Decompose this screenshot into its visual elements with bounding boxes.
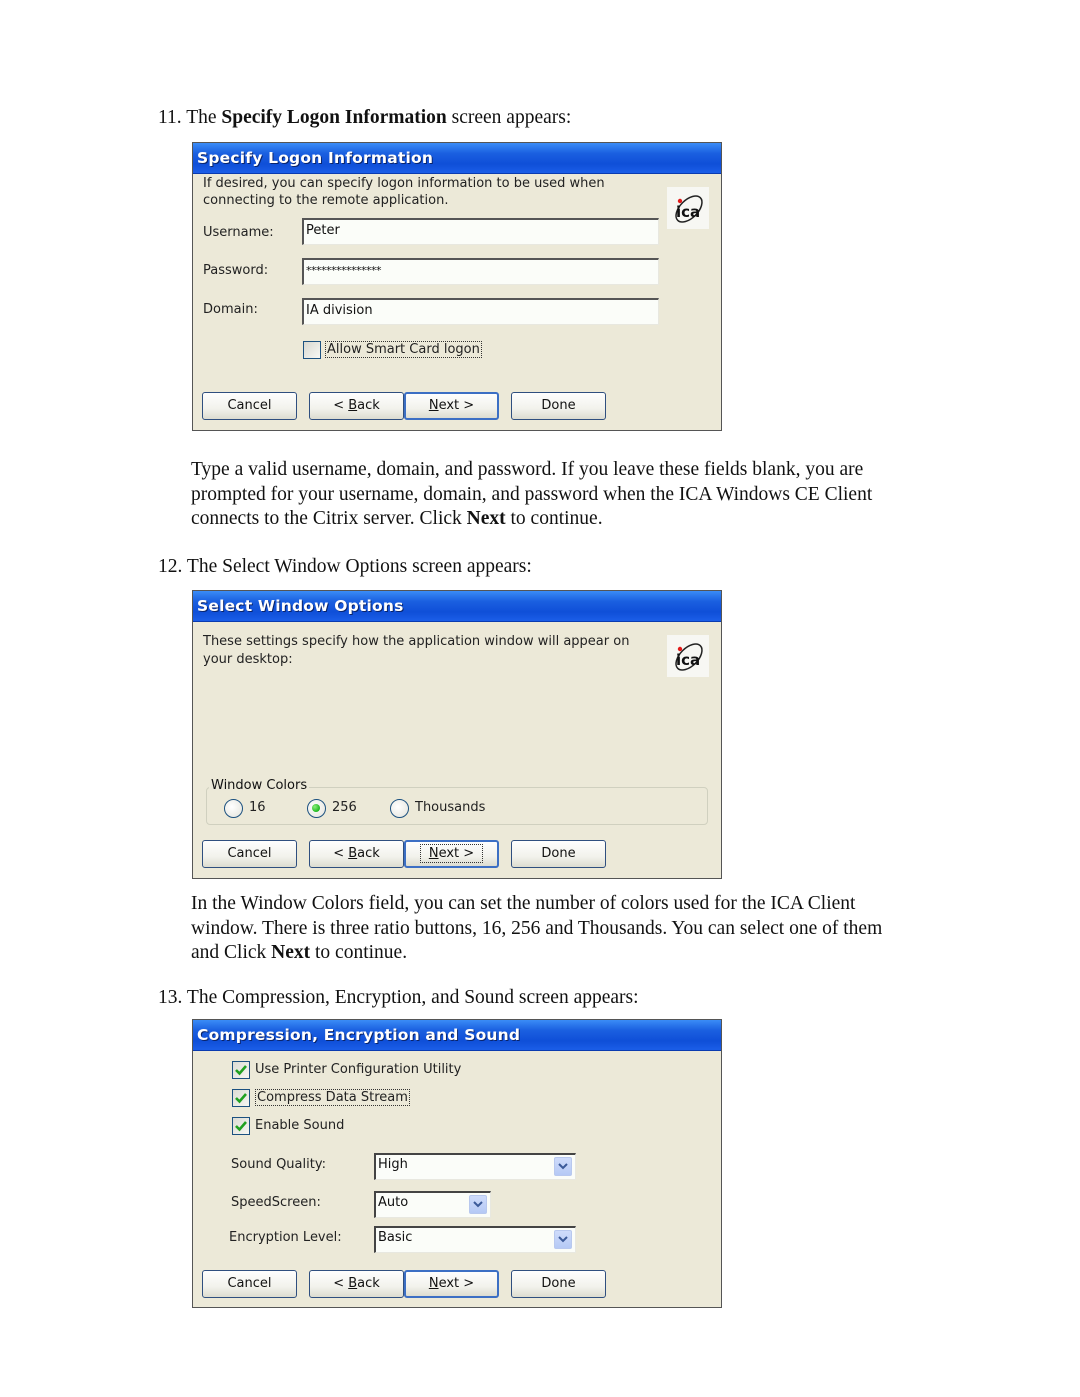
sound-quality-value: High [378,1157,408,1172]
done-button[interactable]: Done [511,840,606,868]
instruction-paragraph-12: In the Window Colors field, you can set … [191,893,883,963]
encryption-level-label: Encryption Level: [229,1230,342,1245]
svg-text:ica: ica [676,651,700,669]
compress-data-label: Compress Data Stream [255,1089,410,1106]
next-button[interactable]: Next > [404,392,499,420]
password-label: Password: [203,263,269,278]
speedscreen-label: SpeedScreen: [231,1195,321,1210]
ica-logo-icon: ica [667,635,709,677]
radio-thousands[interactable] [390,799,409,818]
printer-config-label: Use Printer Configuration Utility [255,1062,462,1077]
printer-config-checkbox[interactable] [232,1061,250,1079]
speedscreen-value: Auto [378,1195,409,1210]
chevron-down-icon[interactable] [554,1230,572,1249]
cancel-button[interactable]: Cancel [202,1270,297,1298]
intro-text-line2: connecting to the remote application. [203,193,449,208]
dialog-title: Specify Logon Information [193,143,721,174]
back-button[interactable]: < Back [309,1270,404,1298]
username-label: Username: [203,225,274,240]
radio-256-label: 256 [332,800,357,815]
dialog-title: Select Window Options [193,591,721,622]
radio-thousands-label: Thousands [415,800,486,815]
step-12-heading: 12. The Select Window Options screen app… [158,556,532,577]
select-window-options-dialog: Select Window Options These settings spe… [192,590,722,879]
checkmark-icon [235,1065,247,1076]
done-button[interactable]: Done [511,1270,606,1298]
encryption-level-select[interactable]: Basic [374,1226,576,1253]
radio-16-label: 16 [249,800,266,815]
cancel-button[interactable]: Cancel [202,392,297,420]
sound-quality-label: Sound Quality: [231,1157,326,1172]
password-input[interactable]: *************** [302,258,659,285]
chevron-down-icon[interactable] [469,1195,487,1214]
back-button[interactable]: < Back [309,392,404,420]
checkmark-icon [235,1121,247,1132]
next-button[interactable]: Next > [404,1270,499,1298]
radio-256[interactable] [307,799,326,818]
chevron-down-icon[interactable] [554,1157,572,1176]
smart-card-label[interactable]: Allow Smart Card logon [325,341,482,358]
dialog-title: Compression, Encryption and Sound [193,1020,721,1051]
speedscreen-select[interactable]: Auto [374,1191,491,1218]
svg-text:ica: ica [676,203,700,221]
step-13-heading: 13. The Compression, Encryption, and Sou… [158,987,639,1008]
compress-data-checkbox[interactable] [232,1089,250,1107]
back-button[interactable]: < Back [309,840,404,868]
sound-quality-select[interactable]: High [374,1153,576,1180]
radio-selected-dot [312,804,320,812]
instruction-paragraph-11: Type a valid username, domain, and passw… [191,459,873,529]
done-button[interactable]: Done [511,392,606,420]
ica-logo-icon: ica [667,187,709,229]
step-11-heading: 11. The Specify Logon Information screen… [158,107,572,128]
next-button[interactable]: Next > [404,840,499,868]
intro-text-line2: your desktop: [203,652,293,667]
window-colors-label: Window Colors [209,778,310,793]
radio-16[interactable] [224,799,243,818]
enable-sound-checkbox[interactable] [232,1117,250,1135]
domain-input[interactable]: IA division [302,298,659,325]
username-input[interactable]: Peter [302,218,659,245]
smart-card-checkbox[interactable] [303,341,321,359]
domain-label: Domain: [203,302,258,317]
cancel-button[interactable]: Cancel [202,840,297,868]
specify-logon-dialog: Specify Logon Information If desired, yo… [192,142,722,431]
enable-sound-label: Enable Sound [255,1118,345,1133]
intro-text-line1: If desired, you can specify logon inform… [203,176,605,191]
intro-text-line1: These settings specify how the applicati… [203,634,630,649]
compression-encryption-sound-dialog: Compression, Encryption and Sound Use Pr… [192,1019,722,1308]
checkmark-icon [235,1093,247,1104]
encryption-level-value: Basic [378,1230,413,1245]
